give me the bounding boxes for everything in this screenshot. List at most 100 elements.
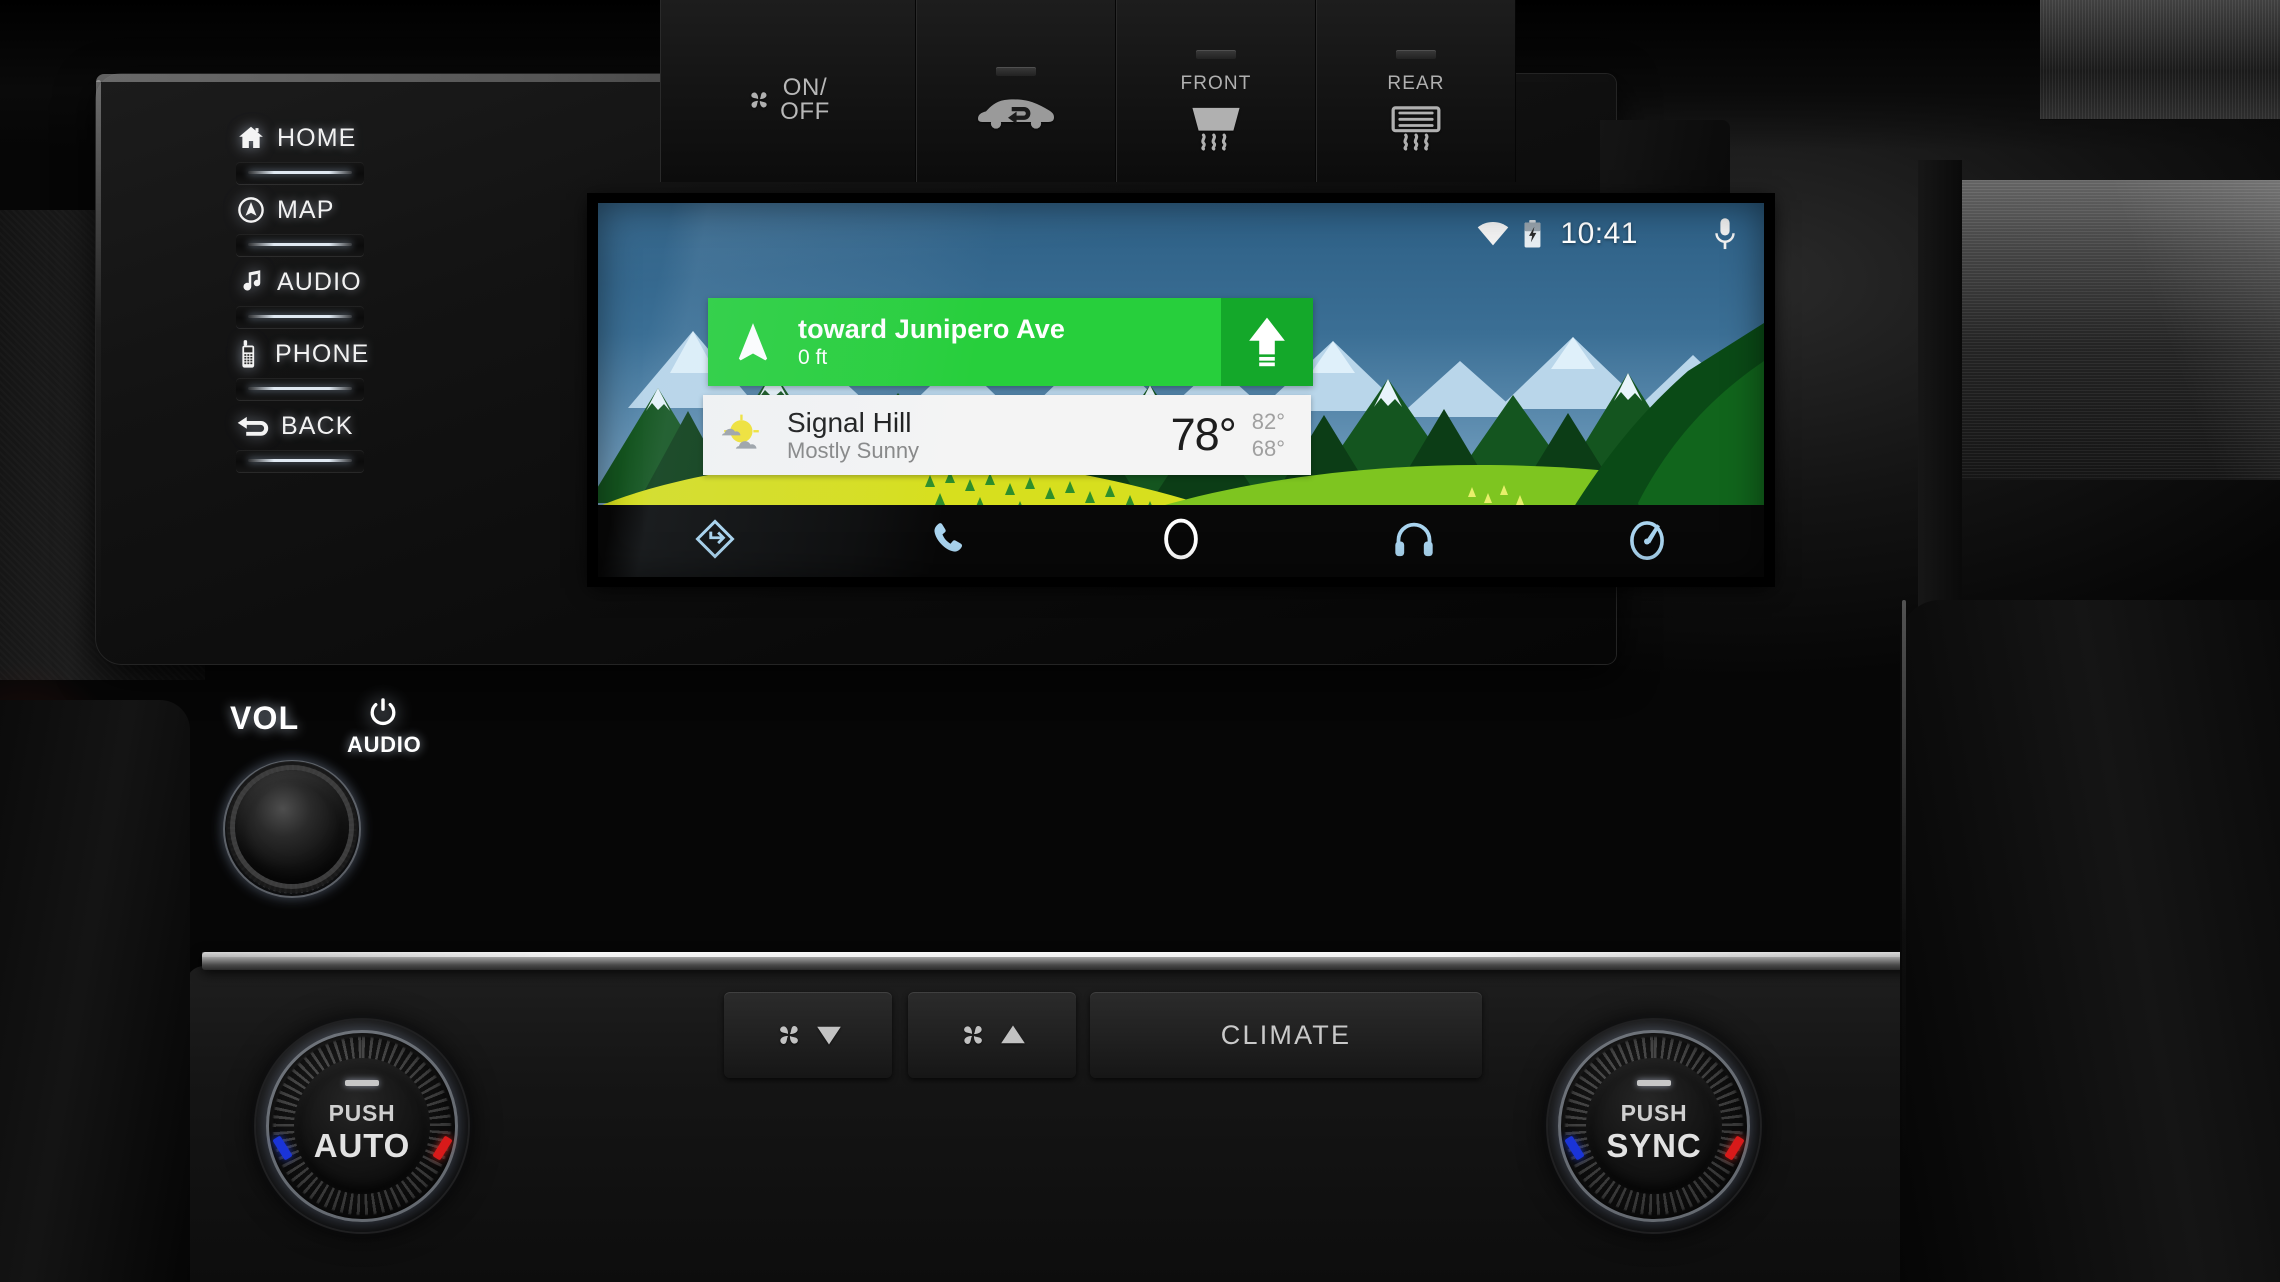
home-circle-icon	[1159, 515, 1203, 568]
fan-on-label: ON/	[782, 73, 828, 101]
passenger-knob-face[interactable]: PUSH SYNC	[1586, 1058, 1722, 1194]
weather-card-text: Signal Hill Mostly Sunny	[781, 406, 1171, 464]
front-defroster-button[interactable]: FRONT	[1116, 0, 1316, 182]
weather-high: 82°	[1251, 409, 1285, 435]
up-triangle-icon	[1000, 1024, 1026, 1046]
fan-off-label: OFF	[780, 98, 830, 125]
map-compass-icon	[236, 195, 266, 225]
music-note-icon	[236, 267, 266, 297]
battery-charging-icon	[1523, 220, 1542, 248]
driver-knob-face[interactable]: PUSH AUTO	[294, 1058, 430, 1194]
passenger-knob-mode-label: SYNC	[1606, 1126, 1702, 1164]
rear-defroster-label: REAR	[1387, 72, 1445, 94]
front-defroster-icon	[1188, 103, 1244, 151]
hardware-button-audio-label: AUDIO	[277, 267, 362, 296]
hardware-button-back-key[interactable]	[236, 450, 364, 472]
hardware-button-audio[interactable]: AUDIO	[232, 262, 462, 334]
navigation-card-main[interactable]: toward Junipero Ave 0 ft	[708, 298, 1221, 386]
status-bar-clock: 10:41	[1560, 217, 1638, 250]
hardware-button-column: HOME MAP AUDIO PHONE BACK	[232, 118, 462, 478]
driver-knob-mode-label: AUTO	[313, 1126, 411, 1164]
fan-icon	[958, 1020, 988, 1050]
right-brushed-metal-panel	[1960, 180, 2280, 480]
fan-icon	[746, 87, 772, 113]
status-bar: 10:41	[598, 203, 1764, 265]
driver-knob-pointer	[345, 1080, 379, 1086]
rear-defroster-indicator-led	[1396, 49, 1436, 59]
fan-on-off-button[interactable]: ON/ OFF	[660, 0, 916, 182]
android-auto-screen[interactable]: 10:41 toward Junipero Ave 0 ft Signal Hi…	[598, 203, 1764, 577]
weather-condition: Mostly Sunny	[787, 438, 920, 464]
passenger-knob-push-label: PUSH	[1620, 1099, 1688, 1126]
house-icon	[236, 123, 266, 153]
hardware-button-home-label: HOME	[277, 123, 357, 152]
wifi-icon	[1477, 221, 1509, 247]
front-defroster-indicator-led	[1196, 49, 1236, 59]
back-arrow-icon	[236, 413, 270, 439]
volume-label: VOL	[230, 700, 300, 736]
left-console-bolster	[0, 700, 190, 1282]
weather-card[interactable]: Signal Hill Mostly Sunny 78° 82° 68°	[703, 395, 1311, 475]
passenger-knob-pointer	[1637, 1080, 1671, 1086]
partly-cloudy-icon	[703, 414, 781, 456]
right-bolster-edge-highlight	[1902, 600, 1906, 1160]
hardware-button-phone-key[interactable]	[236, 378, 364, 400]
nav-button-home[interactable]	[1064, 515, 1297, 568]
fan-icon	[774, 1020, 804, 1050]
fan-speed-up-button[interactable]	[908, 992, 1076, 1078]
driver-temperature-knob[interactable]: PUSH AUTO	[256, 1020, 468, 1232]
upper-metal-trim	[2040, 0, 2280, 120]
hardware-button-map[interactable]: MAP	[232, 190, 462, 262]
down-triangle-icon	[816, 1024, 842, 1046]
fan-speed-down-button[interactable]	[724, 992, 892, 1078]
weather-city: Signal Hill	[787, 406, 912, 438]
recirculation-indicator-led	[996, 66, 1036, 76]
rear-defroster-icon	[1388, 103, 1444, 151]
navigation-street: toward Junipero Ave	[798, 314, 1065, 345]
weather-current-temp: 78°	[1170, 409, 1237, 460]
weather-low: 68°	[1251, 435, 1285, 461]
passenger-temperature-knob[interactable]: PUSH SYNC	[1548, 1020, 1760, 1232]
navigation-card[interactable]: toward Junipero Ave 0 ft	[708, 298, 1313, 386]
air-recirculation-button[interactable]	[916, 0, 1116, 182]
hardware-button-map-label: MAP	[277, 195, 335, 224]
car-gauge-icon	[1626, 517, 1668, 566]
silver-divider-trim	[202, 952, 1922, 970]
climate-button-label: CLIMATE	[1220, 1019, 1352, 1050]
nav-button-navigation[interactable]	[598, 518, 831, 564]
phone-icon	[929, 520, 967, 563]
headphones-media-icon	[1393, 520, 1435, 563]
audio-power-label: AUDIO	[347, 732, 422, 757]
infotainment-screen-frame: 10:41 toward Junipero Ave 0 ft Signal Hi…	[590, 196, 1772, 584]
navigation-card-text: toward Junipero Ave 0 ft	[788, 314, 1065, 369]
hardware-button-map-key[interactable]	[236, 234, 364, 256]
head-unit-left-edge-highlight	[96, 80, 101, 640]
android-auto-nav-bar	[598, 505, 1764, 577]
nav-button-phone[interactable]	[831, 520, 1064, 563]
cellphone-icon	[236, 339, 264, 369]
hardware-button-back-label: BACK	[281, 411, 354, 440]
volume-control-zone: VOL AUDIO	[223, 698, 445, 898]
nav-button-media[interactable]	[1298, 520, 1531, 563]
navigation-arrow-icon	[718, 320, 788, 364]
recirculation-car-icon	[976, 90, 1056, 134]
hardware-button-home[interactable]: HOME	[232, 118, 462, 190]
hardware-button-back[interactable]: BACK	[232, 406, 462, 478]
hardware-button-home-key[interactable]	[236, 162, 364, 184]
power-icon	[365, 695, 401, 736]
climate-button[interactable]: CLIMATE	[1090, 992, 1482, 1078]
volume-knob[interactable]	[235, 770, 349, 884]
driver-knob-push-label: PUSH	[328, 1099, 396, 1126]
weather-high-low: 82° 68°	[1252, 409, 1311, 461]
hardware-button-audio-key[interactable]	[236, 306, 364, 328]
navigation-maps-icon	[694, 518, 735, 564]
right-console-bolster	[1900, 600, 2280, 1282]
front-defroster-label: FRONT	[1180, 72, 1252, 94]
hardware-button-phone-label: PHONE	[275, 339, 370, 368]
navigation-distance: 0 ft	[798, 345, 828, 369]
straight-ahead-arrow-icon[interactable]	[1221, 298, 1313, 386]
nav-button-oem-apps[interactable]	[1531, 517, 1764, 566]
rear-defroster-button[interactable]: REAR	[1316, 0, 1516, 182]
hardware-button-phone[interactable]: PHONE	[232, 334, 462, 406]
microphone-icon[interactable]	[1712, 217, 1738, 251]
